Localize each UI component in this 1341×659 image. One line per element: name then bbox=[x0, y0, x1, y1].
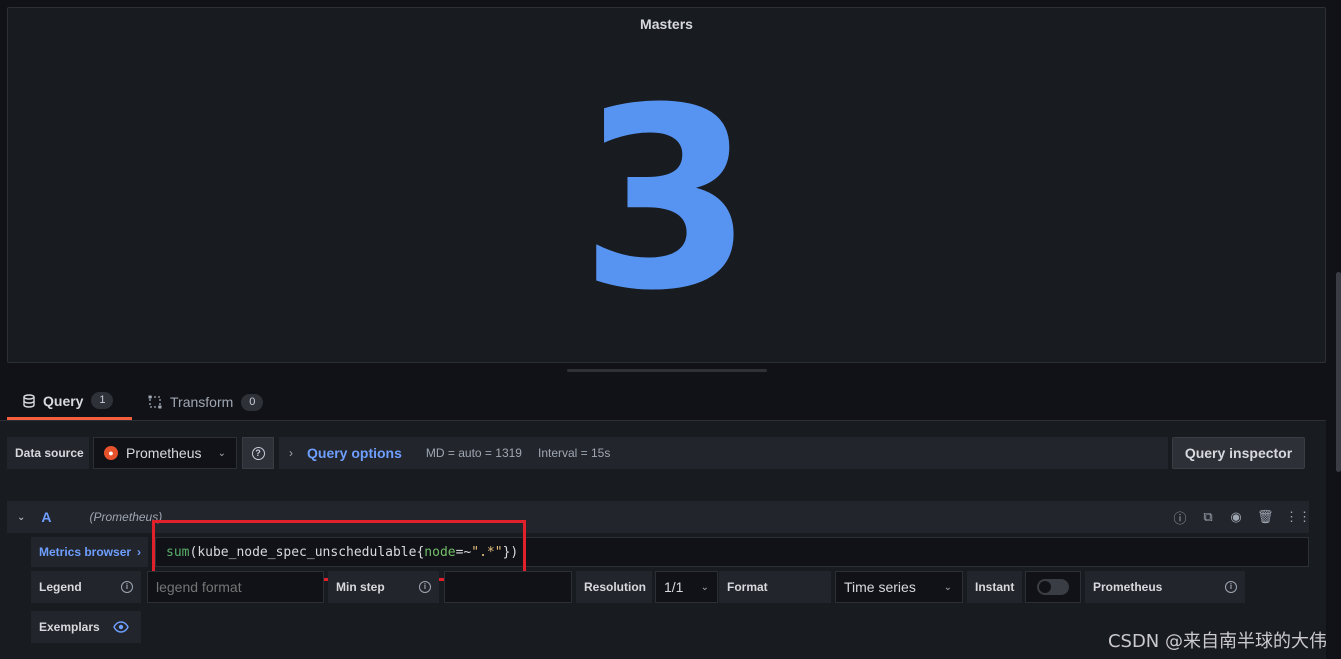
legend-label-text: Legend bbox=[39, 580, 82, 594]
resolution-select[interactable]: 1/1 ⌄ bbox=[655, 571, 718, 603]
datasource-picker[interactable]: ● Prometheus ⌄ bbox=[93, 437, 237, 469]
min-step-label: Min step i bbox=[328, 571, 439, 603]
query-row-actions: ⓘ ⧉ ◉ 🗑︎ ⋮⋮ bbox=[1173, 501, 1311, 533]
query-options-md: MD = auto = 1319 bbox=[425, 446, 522, 460]
stat-value: 3 bbox=[579, 54, 754, 345]
tab-transform-count: 0 bbox=[241, 393, 264, 411]
drag-handle-icon[interactable]: ⋮⋮ bbox=[1285, 509, 1311, 525]
instant-label: Instant bbox=[967, 571, 1022, 603]
watermark: CSDN @来自南半球的大伟 bbox=[1107, 631, 1327, 652]
datasource-label: Data source bbox=[7, 437, 89, 469]
min-step-label-text: Min step bbox=[336, 580, 385, 594]
eye-icon[interactable]: ◉ bbox=[1229, 509, 1243, 525]
info-icon[interactable]: i bbox=[121, 581, 133, 593]
toggle-track bbox=[1037, 579, 1069, 595]
duplicate-icon[interactable]: ⧉ bbox=[1201, 509, 1215, 525]
info-icon[interactable]: i bbox=[1225, 581, 1237, 593]
query-ref-id[interactable]: A bbox=[41, 509, 51, 525]
instant-toggle[interactable] bbox=[1025, 571, 1081, 603]
chevron-down-icon: ⌄ bbox=[700, 581, 709, 593]
min-step-input[interactable] bbox=[444, 571, 572, 603]
tab-query-label: Query bbox=[43, 392, 84, 409]
datasource-name: Prometheus bbox=[126, 445, 202, 461]
chevron-right-icon: › bbox=[289, 446, 293, 460]
tab-query[interactable]: Query 1 bbox=[7, 384, 132, 420]
question-circle-icon: ? bbox=[251, 446, 265, 460]
datasource-row: Data source ● Prometheus ⌄ ? › Query opt… bbox=[7, 437, 1305, 469]
panel-resize-handle[interactable] bbox=[567, 369, 767, 372]
prometheus-type-label: Prometheus i bbox=[1085, 571, 1245, 603]
stat-panel: Masters 3 bbox=[7, 7, 1326, 363]
toggle-knob bbox=[1039, 581, 1051, 593]
tab-query-count: 1 bbox=[91, 392, 114, 409]
resolution-label: Resolution bbox=[576, 571, 652, 603]
query-inspector-button[interactable]: Query inspector bbox=[1172, 437, 1305, 469]
trash-icon[interactable]: 🗑︎ bbox=[1257, 509, 1274, 525]
metrics-browser-label: Metrics browser bbox=[39, 545, 132, 559]
info-icon[interactable]: i bbox=[419, 581, 431, 593]
transform-icon bbox=[148, 395, 162, 409]
metrics-browser-button[interactable]: Metrics browser › bbox=[31, 537, 148, 567]
query-options-interval: Interval = 15s bbox=[537, 446, 611, 460]
chevron-down-icon: ⌄ bbox=[217, 447, 226, 459]
format-value: Time series bbox=[844, 579, 916, 595]
format-select[interactable]: Time series ⌄ bbox=[835, 571, 963, 603]
help-icon[interactable]: ⓘ bbox=[1173, 508, 1187, 527]
chevron-right-icon: › bbox=[137, 545, 142, 559]
collapse-chevron-icon[interactable]: ⌄ bbox=[17, 512, 25, 523]
legend-label: Legend i bbox=[31, 571, 141, 603]
datasource-help-button[interactable]: ? bbox=[242, 437, 274, 469]
format-label: Format bbox=[719, 571, 831, 603]
chevron-down-icon: ⌄ bbox=[943, 581, 952, 593]
query-options-label: Query options bbox=[307, 445, 402, 461]
resolution-value: 1/1 bbox=[664, 579, 684, 595]
panel-title[interactable]: Masters bbox=[8, 16, 1325, 32]
tab-transform[interactable]: Transform 0 bbox=[148, 384, 278, 420]
prometheus-type-text: Prometheus bbox=[1093, 580, 1163, 594]
tab-transform-label: Transform bbox=[170, 394, 234, 410]
eye-icon[interactable] bbox=[113, 620, 129, 634]
legend-format-input[interactable] bbox=[147, 571, 324, 603]
page-scrollbar[interactable] bbox=[1336, 272, 1341, 472]
query-options-bar[interactable]: › Query options MD = auto = 1319 Interva… bbox=[279, 437, 1168, 469]
exemplars-label: Exemplars bbox=[31, 611, 141, 643]
database-icon bbox=[23, 393, 35, 408]
prometheus-logo-icon: ● bbox=[104, 446, 118, 460]
exemplars-label-text: Exemplars bbox=[39, 620, 100, 634]
